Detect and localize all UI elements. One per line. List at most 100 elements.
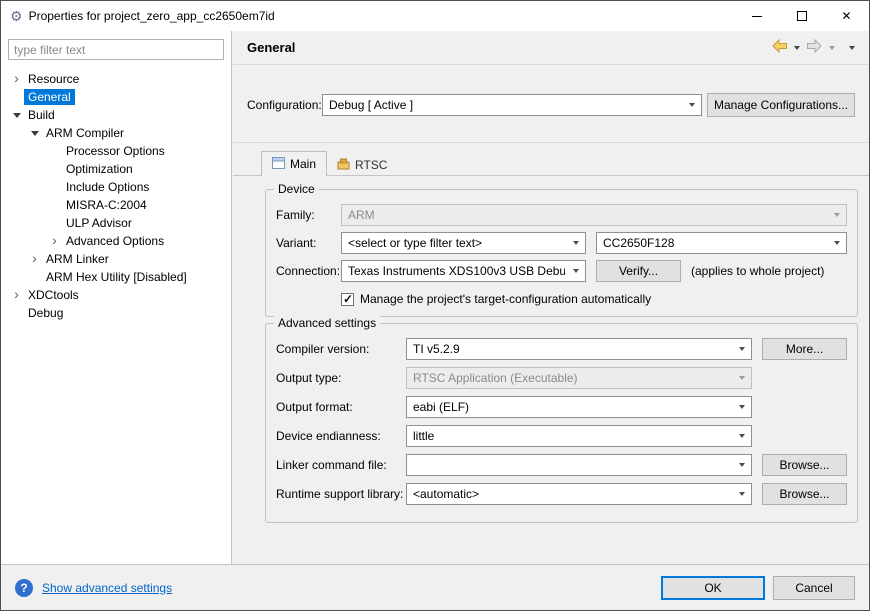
back-icon[interactable] (771, 38, 788, 56)
expand-icon[interactable] (47, 235, 62, 247)
sidebar-item-misra-c[interactable]: MISRA-C:2004 (1, 196, 231, 214)
verify-button[interactable]: Verify... (596, 260, 681, 282)
output-type-select: RTSC Application (Executable) (406, 367, 752, 389)
chevron-down-icon (573, 269, 579, 273)
tab-main[interactable]: Main (261, 151, 328, 176)
connection-select[interactable]: Texas Instruments XDS100v3 USB Debug Pr (341, 260, 586, 282)
runtime-support-library-select[interactable]: <automatic> (406, 483, 752, 505)
sidebar-item-include-options[interactable]: Include Options (1, 178, 231, 196)
window-controls (734, 1, 869, 31)
maximize-icon (796, 11, 807, 21)
section-divider (233, 142, 869, 143)
chevron-down-icon (739, 347, 745, 351)
expand-icon[interactable] (9, 289, 24, 301)
linker-browse-button[interactable]: Browse... (762, 454, 847, 476)
sidebar-item-general[interactable]: General (1, 88, 231, 106)
device-group: Device Family: ARM Variant: <select or t… (265, 182, 858, 317)
variant-label: Variant: (276, 236, 317, 250)
runtime-support-library-label: Runtime support library: (276, 487, 404, 501)
manage-target-config-checkbox[interactable] (341, 292, 354, 306)
linker-command-file-row: Linker command file: Browse... (276, 454, 847, 476)
configuration-select[interactable]: Debug [ Active ] (322, 94, 702, 116)
variant-part-select[interactable]: CC2650F128 (596, 232, 847, 254)
configuration-row: Configuration: Debug [ Active ] Manage C… (247, 93, 855, 117)
collapse-icon[interactable] (27, 131, 42, 136)
collapse-icon[interactable] (9, 113, 24, 118)
sidebar-item-xdctools[interactable]: XDCtools (1, 286, 231, 304)
cancel-button[interactable]: Cancel (773, 575, 855, 600)
minimize-button[interactable] (734, 1, 779, 31)
sidebar: Resource General Build ARM Compiler Proc… (1, 31, 232, 564)
sidebar-item-build[interactable]: Build (1, 106, 231, 124)
content-panel: General Configuration: Debug [ Active ] (233, 31, 869, 564)
family-select: ARM (341, 204, 847, 226)
show-advanced-settings-link[interactable]: Show advanced settings (42, 581, 172, 595)
compiler-version-select[interactable]: TI v5.2.9 (406, 338, 752, 360)
chevron-down-icon (689, 103, 695, 107)
connection-row: Connection: Texas Instruments XDS100v3 U… (276, 260, 847, 282)
sidebar-item-optimization[interactable]: Optimization (1, 160, 231, 178)
runtime-browse-button[interactable]: Browse... (762, 483, 847, 505)
chevron-down-icon (834, 241, 840, 245)
linker-command-file-label: Linker command file: (276, 458, 387, 472)
device-endianness-select[interactable]: little (406, 425, 752, 447)
minimize-icon (751, 15, 762, 17)
tab-rtsc[interactable]: RTSC (327, 154, 397, 176)
output-type-row: Output type: RTSC Application (Executabl… (276, 367, 847, 389)
titlebar: ⚙ Properties for project_zero_app_cc2650… (1, 1, 869, 31)
output-format-row: Output format: eabi (ELF) (276, 396, 847, 418)
sidebar-item-debug[interactable]: Debug (1, 304, 231, 322)
properties-dialog: ⚙ Properties for project_zero_app_cc2650… (0, 0, 870, 611)
window-title: Properties for project_zero_app_cc2650em… (28, 9, 275, 23)
sidebar-item-arm-linker[interactable]: ARM Linker (1, 250, 231, 268)
expand-icon[interactable] (9, 73, 24, 85)
help-icon[interactable] (15, 578, 33, 597)
ok-button[interactable]: OK (661, 575, 765, 600)
back-menu-caret-icon[interactable] (794, 45, 800, 50)
view-menu-caret-icon[interactable] (849, 45, 855, 50)
connection-note: (applies to whole project) (691, 264, 825, 278)
expand-icon[interactable] (27, 253, 42, 265)
sidebar-item-resource[interactable]: Resource (1, 70, 231, 88)
configuration-label: Configuration: (247, 98, 322, 112)
sidebar-item-processor-options[interactable]: Processor Options (1, 142, 231, 160)
variant-row: Variant: <select or type filter text> CC… (276, 232, 847, 254)
manage-target-config-label[interactable]: Manage the project's target-configuratio… (360, 292, 651, 306)
form-icon (272, 156, 285, 172)
properties-tree: Resource General Build ARM Compiler Proc… (1, 70, 231, 322)
sidebar-item-ulp-advisor[interactable]: ULP Advisor (1, 214, 231, 232)
footer-buttons: OK Cancel (661, 575, 855, 600)
forward-icon[interactable] (806, 38, 823, 56)
advanced-settings-group: Advanced settings Compiler version: TI v… (265, 316, 858, 523)
chevron-down-icon (573, 241, 579, 245)
linker-command-file-input[interactable] (406, 454, 752, 476)
close-icon (841, 9, 851, 23)
sidebar-item-arm-compiler[interactable]: ARM Compiler (1, 124, 231, 142)
family-row: Family: ARM (276, 204, 847, 226)
sidebar-item-advanced-options[interactable]: Advanced Options (1, 232, 231, 250)
compiler-version-label: Compiler version: (276, 342, 370, 356)
chevron-down-icon (739, 463, 745, 467)
filter-input[interactable] (8, 39, 224, 60)
close-button[interactable] (824, 1, 869, 31)
maximize-button[interactable] (779, 1, 824, 31)
chevron-down-icon (834, 213, 840, 217)
rtsc-icon (337, 158, 350, 173)
more-button[interactable]: More... (762, 338, 847, 360)
sidebar-item-arm-hex-utility[interactable]: ARM Hex Utility [Disabled] (1, 268, 231, 286)
output-format-select[interactable]: eabi (ELF) (406, 396, 752, 418)
compiler-version-row: Compiler version: TI v5.2.9 More... (276, 338, 847, 360)
output-type-label: Output type: (276, 371, 342, 385)
variant-filter-select[interactable]: <select or type filter text> (341, 232, 586, 254)
device-endianness-label: Device endianness: (276, 429, 381, 443)
family-label: Family: (276, 208, 315, 222)
output-format-label: Output format: (276, 400, 353, 414)
device-group-title: Device (274, 182, 319, 196)
page-header: General (233, 31, 869, 65)
chevron-down-icon (739, 376, 745, 380)
runtime-support-library-row: Runtime support library: <automatic> Bro… (276, 483, 847, 505)
forward-menu-caret-icon[interactable] (829, 45, 835, 50)
page-title: General (247, 40, 296, 55)
manage-configurations-button[interactable]: Manage Configurations... (707, 93, 855, 117)
dialog-footer: Show advanced settings OK Cancel (1, 564, 869, 610)
